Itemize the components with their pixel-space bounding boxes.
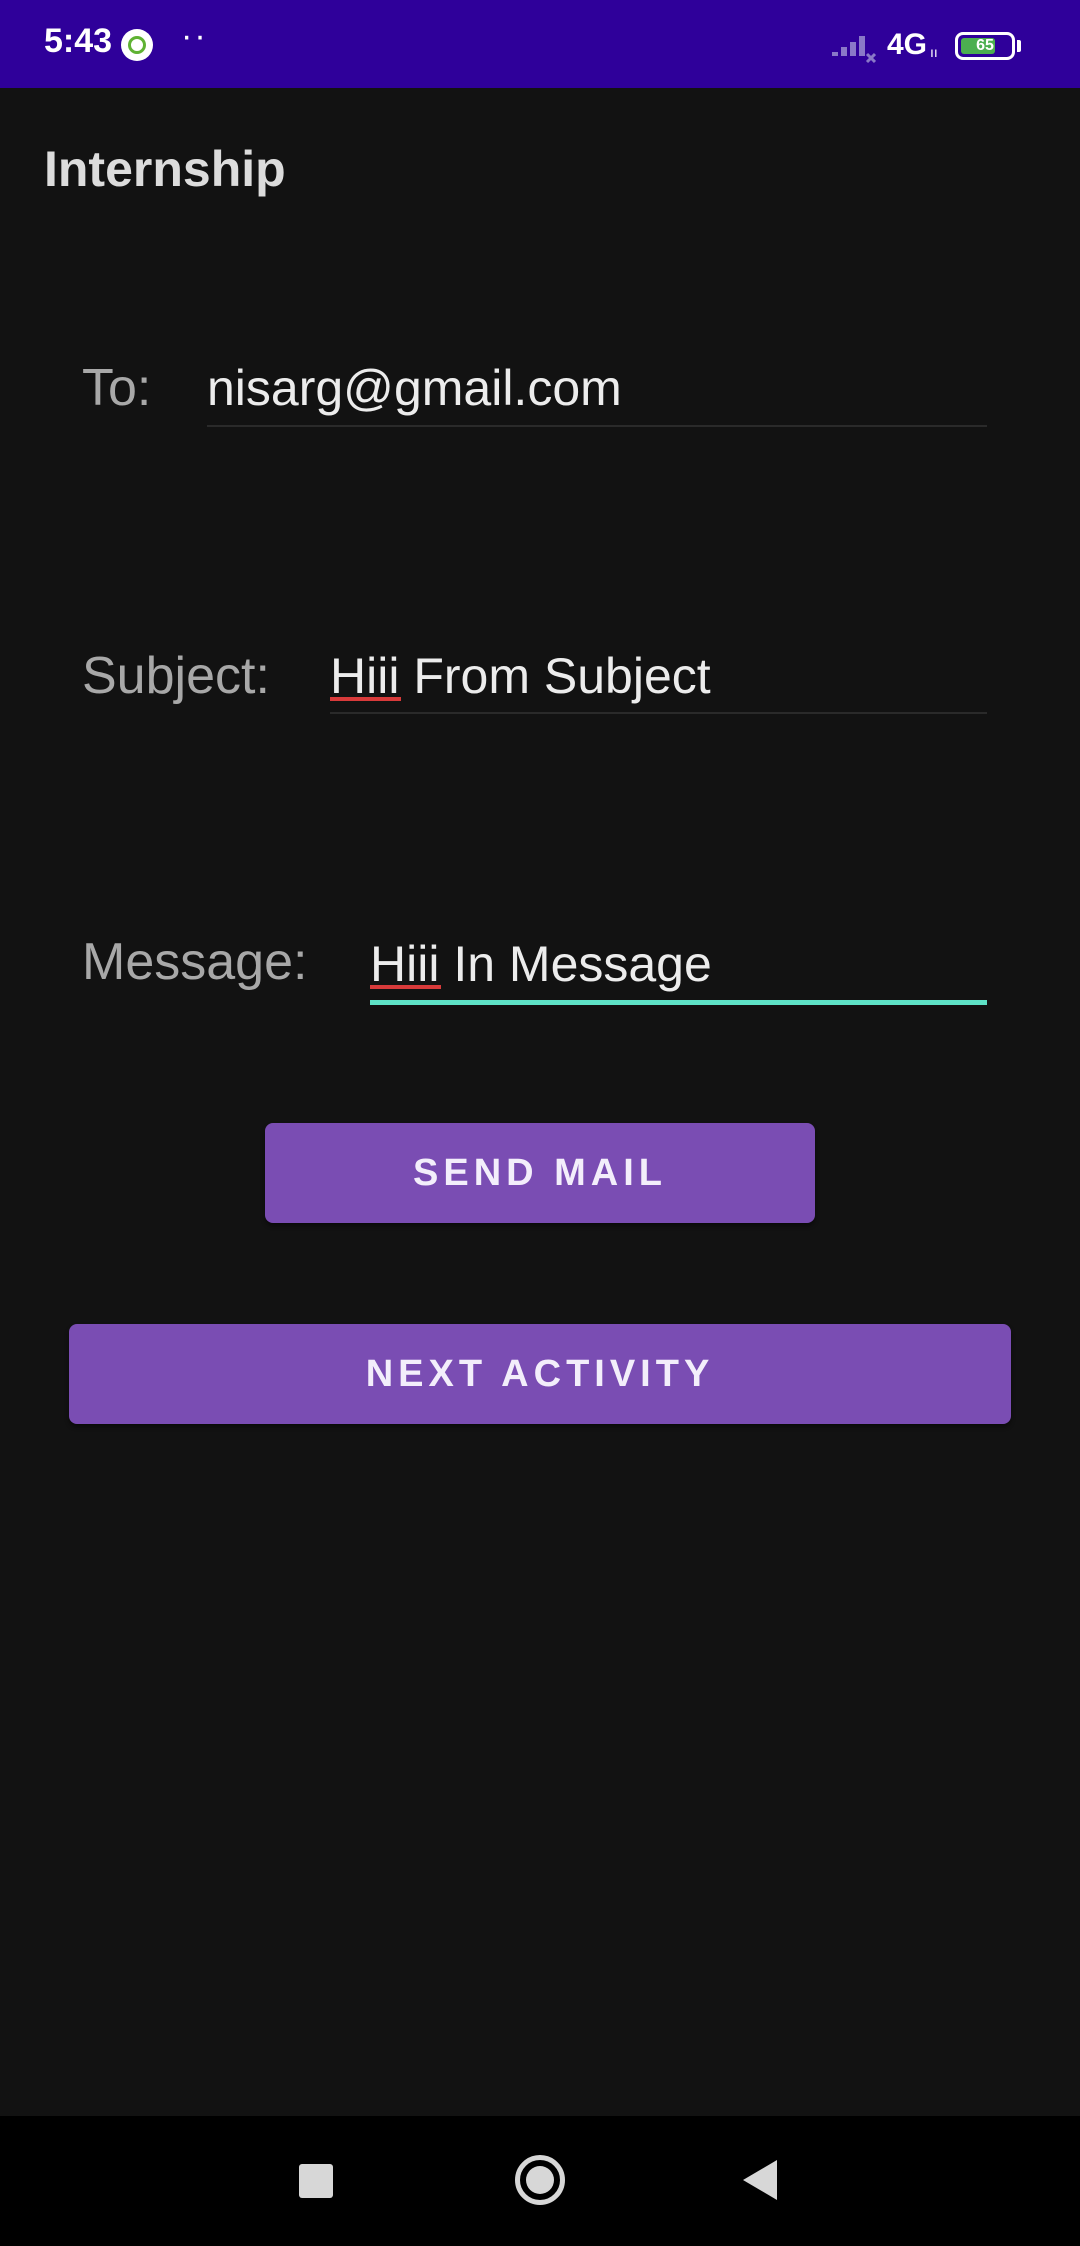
subject-label: Subject: (82, 647, 270, 705)
battery-icon: 65 (955, 32, 1015, 60)
battery-tip (1017, 40, 1021, 52)
recents-icon[interactable] (299, 2164, 333, 2198)
network-activity-indicator: ıı (930, 44, 938, 60)
spellcheck-underline (330, 697, 401, 701)
spellcheck-underline (370, 985, 441, 989)
subject-field[interactable] (330, 646, 987, 706)
to-label: To: (82, 359, 152, 417)
signal-icon (832, 36, 876, 64)
home-icon[interactable] (515, 2155, 565, 2205)
back-icon[interactable] (743, 2160, 777, 2200)
message-field-underline (370, 1000, 987, 1005)
app-title: Internship (44, 141, 286, 197)
battery-level: 65 (976, 37, 994, 54)
network-type-label: 4G (887, 28, 928, 61)
send-mail-button[interactable]: SEND MAIL (265, 1123, 815, 1223)
next-activity-button[interactable]: NEXT ACTIVITY (69, 1324, 1011, 1424)
subject-field-underline (330, 712, 987, 714)
to-field-underline (207, 425, 987, 427)
message-label: Message: (82, 933, 308, 991)
message-field[interactable] (370, 934, 987, 994)
status-time: 5:43 (44, 22, 113, 60)
status-bar: 5:43 ·· 4G ıı 65 (0, 0, 1080, 88)
more-notifications-dots: ·· (181, 17, 208, 55)
app-notification-icon (121, 29, 153, 61)
to-email-field[interactable] (207, 358, 987, 418)
